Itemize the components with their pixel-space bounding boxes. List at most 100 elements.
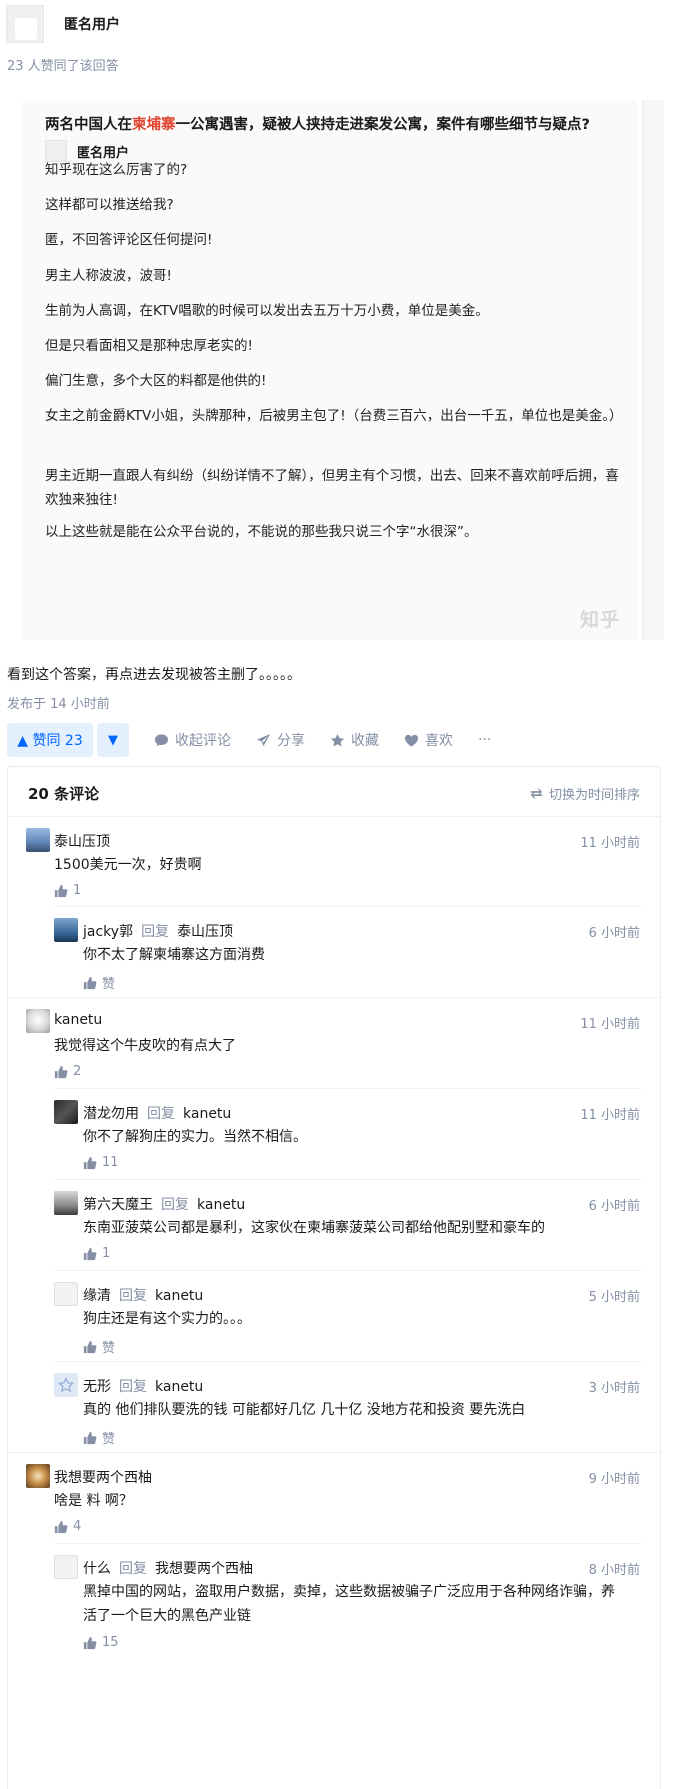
thumbs-up-icon (83, 1431, 97, 1444)
reply-target: kanetu (183, 1106, 232, 1122)
comment-item: 我想要两个西柚 9 小时前 啥是 料 啊？ 4 (8, 1453, 662, 1544)
comment-author[interactable]: 无形 回复 kanetu (83, 1376, 203, 1396)
quoted-paragraph: 但是只看面相又是那种忠厚老实的! (45, 338, 253, 354)
comment-text: 狗庄还是有这个实力的。。。 (83, 1311, 251, 1327)
comment-reply-item: 潜龙勿用 回复 kanetu 11 小时前 你不了解狗庄的实力。当然不相信。 11 (8, 1089, 662, 1180)
comment-text: 我觉得这个牛皮吹的有点大了 (54, 1038, 236, 1054)
comment-time: 3 小时前 (588, 1381, 640, 1396)
reply-target: kanetu (155, 1288, 204, 1304)
thumbs-up-icon (54, 1065, 68, 1078)
thumbs-up-icon (83, 976, 97, 989)
upvote-button[interactable]: ▲ 赞同 23 (7, 723, 93, 757)
zhihu-watermark: 知乎 (580, 609, 621, 631)
comment-like-button[interactable]: 15 (83, 1635, 119, 1650)
comment-like-button[interactable]: 赞 (83, 1337, 115, 1356)
heart-icon (404, 734, 419, 747)
comment-reply-item: 缘清 回复 kanetu 5 小时前 狗庄还是有这个实力的。。。 赞 (8, 1271, 662, 1362)
comment-text: 啥是 料 啊？ (54, 1493, 133, 1509)
comment-item: kanetu 11 小时前 我觉得这个牛皮吹的有点大了 2 (8, 998, 662, 1089)
thumbs-up-icon (83, 1156, 97, 1169)
thumbs-up-icon (83, 1340, 97, 1353)
comment-text: 你不了解狗庄的实力。当然不相信。 (83, 1129, 307, 1145)
avatar[interactable] (54, 1191, 78, 1215)
answer-body: 看到这个答案，再点进去发现被答主删了。。。。。 (7, 667, 301, 683)
comment-time: 6 小时前 (588, 1199, 640, 1214)
avatar[interactable] (6, 5, 44, 43)
comment-author[interactable]: 第六天魔王 回复 kanetu (83, 1194, 245, 1214)
star-icon (330, 733, 345, 746)
answer-author[interactable]: 匿名用户 (0, 4, 120, 44)
quoted-paragraph: 偏门生意，多个大区的料都是他供的! (45, 373, 267, 389)
author-name[interactable]: 匿名用户 (64, 14, 120, 34)
share-button[interactable]: 分享 (256, 730, 305, 750)
comment-author[interactable]: 缘清 回复 kanetu (83, 1285, 203, 1305)
collect-button[interactable]: 收藏 (330, 730, 379, 750)
screenshot-edge-strip (642, 100, 664, 640)
comment-like-button[interactable]: 1 (83, 1246, 110, 1261)
comment-author[interactable]: 我想要两个西柚 (54, 1467, 152, 1487)
reply-label: 回复 (141, 924, 170, 940)
comment-time: 11 小时前 (580, 1108, 640, 1123)
comment-like-button[interactable]: 赞 (83, 973, 115, 992)
comment-like-button[interactable]: 1 (54, 883, 81, 898)
highlighted-keyword: 柬埔寨 (132, 117, 176, 133)
comment-like-button[interactable]: 赞 (83, 1428, 115, 1447)
reply-target: 我想要两个西柚 (155, 1561, 253, 1577)
reply-label: 回复 (119, 1379, 147, 1395)
sort-toggle-button[interactable]: 切换为时间排序 (530, 784, 640, 803)
action-bar: ▲ 赞同 23 ▼ 收起评论 分享 收藏 喜欢 ··· (7, 722, 491, 758)
reply-target: 泰山压顶 (177, 924, 234, 940)
comments-panel: 20 条评论 切换为时间排序 泰山压顶 11 小时前 1500美元一次，好贵啊 … (7, 766, 662, 1789)
share-icon (256, 733, 271, 746)
thumbs-up-icon (83, 1636, 97, 1649)
comment-count: 20 条评论 (28, 785, 100, 803)
like-button[interactable]: 喜欢 (404, 730, 453, 750)
comment-time: 5 小时前 (588, 1290, 640, 1305)
comment-like-button[interactable]: 2 (54, 1064, 81, 1079)
reply-label: 回复 (119, 1288, 147, 1304)
avatar[interactable] (26, 828, 50, 852)
comment-like-button[interactable]: 11 (83, 1155, 119, 1170)
avatar[interactable] (54, 1100, 78, 1124)
more-button[interactable]: ··· (478, 732, 491, 748)
avatar[interactable] (26, 1009, 50, 1033)
comment-text: 黑掉中国的网站，盗取用户数据，卖掉，这些数据被骗子广泛应用于各种网络诈骗，养活了… (83, 1584, 615, 1624)
comment-author[interactable]: 什么 回复 我想要两个西柚 (83, 1558, 253, 1578)
quoted-paragraph: 男主近期一直跟人有纠纷（纠纷详情不了解），但男主有个习惯，出去、回来不喜欢前呼后… (45, 468, 619, 508)
comment-text: 东南亚菠菜公司都是暴利，这家伙在柬埔寨菠菜公司都给他配别墅和豪车的 (83, 1220, 545, 1236)
quoted-paragraph: 匿，不回答评论区任何提问! (45, 232, 213, 248)
quoted-paragraph: 这样都可以推送给我? (45, 197, 174, 213)
comment-reply-item: 什么 回复 我想要两个西柚 8 小时前 黑掉中国的网站，盗取用户数据，卖掉，这些数据… (8, 1544, 662, 1664)
thumbs-up-icon (54, 884, 68, 897)
comment-text: 你不太了解柬埔寨这方面消费 (83, 947, 265, 963)
reply-target: kanetu (197, 1197, 246, 1213)
avatar[interactable] (54, 1373, 78, 1397)
downvote-button[interactable]: ▼ (97, 723, 129, 757)
comment-toggle-button[interactable]: 收起评论 (154, 730, 231, 750)
comment-text: 1500美元一次，好贵啊 (54, 857, 202, 873)
avatar[interactable] (54, 918, 78, 942)
comment-author[interactable]: 潜龙勿用 回复 kanetu (83, 1103, 231, 1123)
comment-time: 11 小时前 (580, 1017, 640, 1032)
thumbs-up-icon (83, 1247, 97, 1260)
comments-header: 20 条评论 切换为时间排序 (8, 767, 660, 817)
avatar[interactable] (26, 1464, 50, 1488)
quoted-paragraph: 知乎现在这么厉害了的? (45, 162, 188, 178)
avatar[interactable] (54, 1555, 78, 1579)
publish-time[interactable]: 发布于 14 小时前 (7, 693, 110, 712)
avatar[interactable] (54, 1282, 78, 1306)
comment-author[interactable]: kanetu (54, 1012, 102, 1028)
reply-label: 回复 (119, 1561, 147, 1577)
reply-label: 回复 (161, 1197, 189, 1213)
comment-author[interactable]: 泰山压顶 (54, 831, 110, 851)
quoted-paragraph: 生前为人高调，在KTV唱歌的时候可以发出去五万十万小费，单位是美金。 (45, 303, 489, 319)
star-outline-icon (58, 1377, 74, 1393)
vote-info: 23 人赞同了该回答 (7, 59, 119, 74)
comment-reply-item: jacky郭 回复 泰山压顶 6 小时前 你不太了解柬埔寨这方面消费 赞 (8, 907, 662, 998)
comment-icon (154, 733, 169, 746)
comment-like-button[interactable]: 4 (54, 1519, 81, 1534)
comment-author[interactable]: jacky郭 回复 泰山压顶 (83, 921, 233, 941)
reply-label: 回复 (147, 1106, 175, 1122)
comment-reply-item: 无形 回复 kanetu 3 小时前 真的 他们排队要洗的钱 可能都好几亿 几十亿 … (8, 1362, 662, 1453)
quoted-question-title: 两名中国人在柬埔寨一公寓遇害，疑被人挟持走进案发公寓，案件有哪些细节与疑点? (45, 117, 590, 133)
